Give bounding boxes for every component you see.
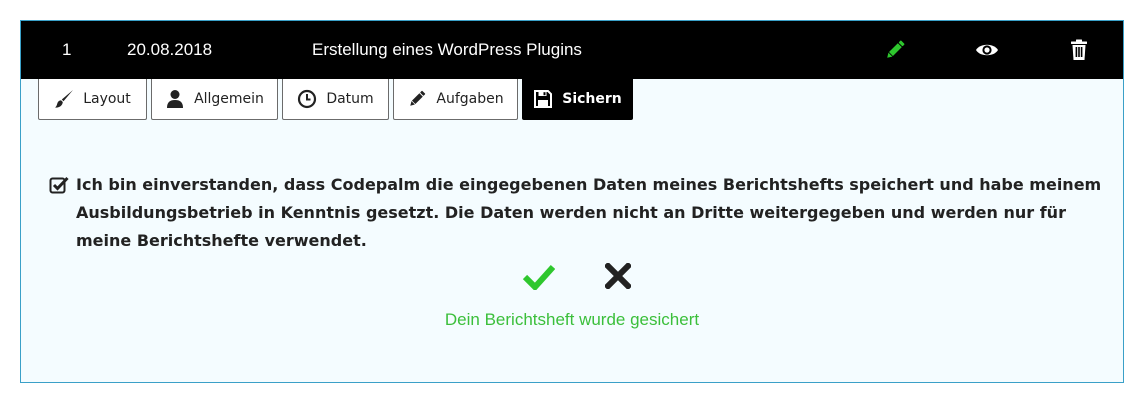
entry-number: 1 [62,40,72,59]
tab-label: Sichern [562,91,622,107]
tab-layout[interactable]: Layout [38,79,147,120]
consent-checkbox[interactable] [49,175,69,195]
tab-allgemein[interactable]: Allgemein [151,79,278,120]
user-icon [167,90,184,108]
x-icon[interactable] [605,263,631,289]
tab-label: Allgemein [194,91,264,107]
tab-label: Datum [326,91,374,107]
save-status-message: Dein Berichtsheft wurde gesichert [444,310,700,329]
entry-title: Erstellung eines WordPress Plugins [312,40,582,59]
tab-aufgaben[interactable]: Aufgaben [393,79,518,120]
trash-icon[interactable] [1067,38,1091,62]
tab-datum[interactable]: Datum [282,79,389,120]
floppy-disk-icon [534,90,553,108]
entry-date: 20.08.2018 [127,40,213,59]
checkmark-icon[interactable] [523,262,555,290]
brush-icon [55,90,74,108]
report-entry-header[interactable]: 1 20.08.2018 Erstellung eines WordPress … [21,21,1123,79]
report-entry-panel: 1 20.08.2018 Erstellung eines WordPress … [20,20,1124,383]
clock-icon [298,89,317,109]
pencil-icon[interactable] [883,38,907,62]
consent-text: Ich bin einverstanden, dass Codepalm die… [76,175,1102,250]
pencil-icon [410,90,426,106]
tab-label: Aufgaben [436,91,504,107]
tab-label: Layout [83,91,131,107]
eye-icon[interactable] [975,38,999,62]
tab-sichern[interactable]: Sichern [522,79,633,120]
checked-checkbox-icon [49,176,69,194]
